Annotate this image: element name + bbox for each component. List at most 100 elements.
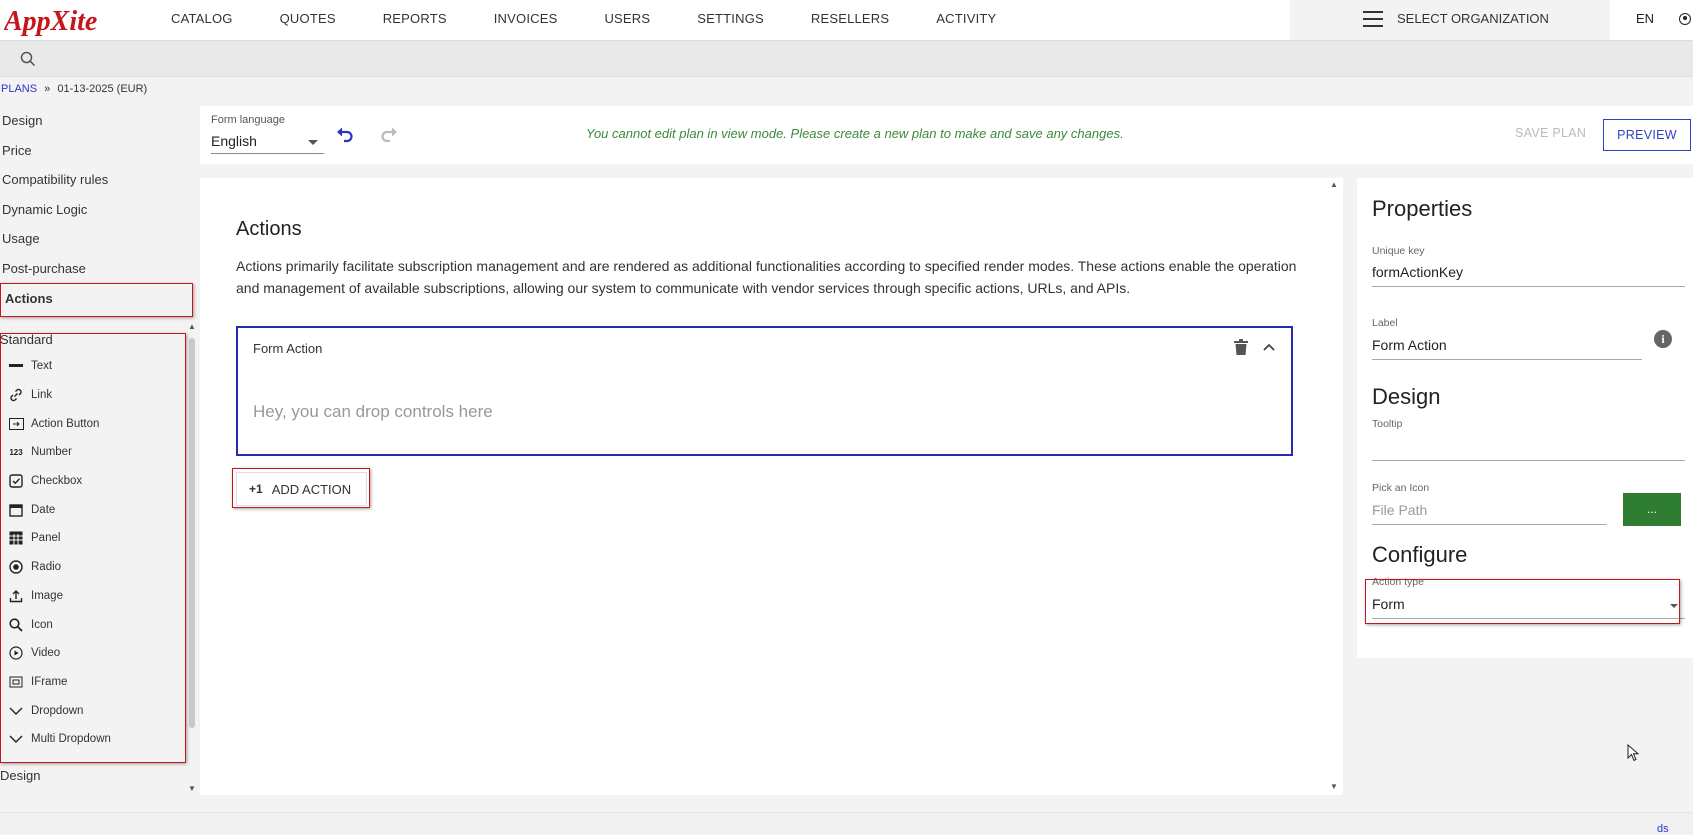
canvas-scroll-up[interactable]: ▲ [1330, 180, 1338, 189]
breadcrumb-current: 01-13-2025 (EUR) [57, 83, 148, 95]
magnifier-icon [8, 617, 24, 632]
trash-icon[interactable] [1234, 339, 1248, 355]
control-dropdown[interactable]: Dropdown [8, 696, 111, 725]
control-icon[interactable]: Icon [8, 610, 111, 639]
control-label: Checkbox [31, 475, 83, 488]
organization-label[interactable]: SELECT ORGANIZATION [1397, 0, 1549, 38]
control-label: Multi Dropdown [31, 733, 111, 746]
chevron-up-icon[interactable] [1262, 341, 1276, 353]
action-type-select[interactable]: Form [1372, 596, 1685, 619]
form-action-title: Form Action [253, 341, 323, 356]
section-dynamic-logic[interactable]: Dynamic Logic [0, 195, 195, 225]
control-label: Link [31, 389, 53, 402]
footer-link[interactable]: ds [1657, 823, 1669, 835]
browse-icon-button[interactable]: ... [1623, 493, 1681, 526]
search-icon[interactable] [20, 51, 36, 67]
breadcrumb-plans-link[interactable]: PLANS [1, 83, 37, 95]
form-canvas: Actions Actions primarily facilitate sub… [200, 178, 1343, 795]
hamburger-menu-icon[interactable] [1363, 11, 1383, 27]
nav-activity[interactable]: ACTIVITY [936, 0, 996, 38]
mouse-cursor-icon [1627, 744, 1639, 762]
palette-scroll-up[interactable]: ▲ [188, 322, 196, 331]
appxite-logo[interactable]: AppXite [4, 2, 130, 38]
action-button-icon [8, 417, 24, 431]
controls-palette: Standard Text Link Action Button 123 Num… [0, 328, 188, 798]
actions-description: Actions primarily facilitate subscriptio… [236, 258, 1297, 296]
view-mode-message: You cannot edit plan in view mode. Pleas… [586, 126, 1124, 141]
palette-list: Text Link Action Button 123 Number Check… [8, 352, 111, 754]
pick-icon-label: Pick an Icon [1372, 482, 1430, 494]
breadcrumb: PLANS » 01-13-2025 (EUR) [1, 83, 147, 95]
link-icon [8, 388, 24, 402]
save-plan-button[interactable]: SAVE PLAN [1515, 126, 1586, 140]
language-switcher[interactable]: EN [1636, 0, 1654, 38]
tooltip-field[interactable] [1372, 438, 1685, 461]
nav-settings[interactable]: SETTINGS [697, 0, 764, 38]
control-multi-dropdown[interactable]: Multi Dropdown [8, 725, 111, 754]
control-iframe[interactable]: IFrame [8, 668, 111, 697]
page-title: Actions [236, 218, 302, 240]
configure-title: Configure [1372, 542, 1468, 567]
section-price[interactable]: Price [0, 136, 195, 166]
tooltip-label: Tooltip [1372, 418, 1403, 430]
svg-text:AppXite: AppXite [4, 6, 97, 37]
label-field[interactable]: Form Action [1372, 337, 1642, 360]
nav-catalog[interactable]: CATALOG [171, 0, 233, 38]
section-post-purchase[interactable]: Post-purchase [0, 254, 195, 284]
search-bar [0, 41, 1693, 77]
control-label: Image [31, 589, 63, 602]
section-compatibility-rules[interactable]: Compatibility rules [0, 165, 195, 195]
form-action-container[interactable]: Form Action Hey, you can drop controls h… [236, 326, 1293, 456]
file-path-field[interactable]: File Path [1372, 502, 1607, 525]
control-image[interactable]: Image [8, 582, 111, 611]
checkbox-icon [8, 474, 24, 488]
nav-reports[interactable]: REPORTS [383, 0, 447, 38]
form-language-select[interactable]: English [211, 130, 324, 154]
radio-icon [8, 560, 24, 574]
palette-heading: Standard [0, 332, 53, 347]
nav-quotes[interactable]: QUOTES [280, 0, 336, 38]
control-number[interactable]: 123 Number [8, 438, 111, 467]
play-icon [8, 646, 24, 660]
number-icon: 123 [9, 447, 23, 457]
calendar-icon [8, 503, 24, 517]
control-link[interactable]: Link [8, 381, 111, 410]
section-actions[interactable]: Actions [0, 284, 195, 314]
nav-resellers[interactable]: RESELLERS [811, 0, 889, 38]
label-field-label: Label [1372, 317, 1398, 329]
nav-invoices[interactable]: INVOICES [494, 0, 558, 38]
organization-selector[interactable]: SELECT ORGANIZATION [1290, 0, 1610, 40]
redo-icon[interactable] [379, 124, 399, 144]
plan-sections-nav: Design Price Compatibility rules Dynamic… [0, 106, 195, 313]
drop-zone-hint[interactable]: Hey, you can drop controls here [253, 402, 493, 422]
account-icon[interactable] [1679, 13, 1691, 25]
control-panel[interactable]: Panel [8, 524, 111, 553]
undo-icon[interactable] [335, 124, 355, 144]
control-video[interactable]: Video [8, 639, 111, 668]
control-label: Icon [31, 618, 53, 631]
caret-down-icon [308, 140, 318, 145]
preview-button[interactable]: PREVIEW [1603, 119, 1691, 151]
palette-scroll-down[interactable]: ▼ [188, 784, 196, 793]
control-label: Dropdown [31, 704, 84, 717]
nav-users[interactable]: USERS [604, 0, 650, 38]
canvas-scroll-down[interactable]: ▼ [1330, 782, 1338, 791]
text-icon [8, 359, 24, 373]
palette-scrollbar[interactable] [189, 338, 195, 728]
properties-panel: Properties Unique key formActionKey Labe… [1357, 178, 1693, 658]
info-icon[interactable]: i [1654, 330, 1672, 348]
caret-down-icon[interactable] [1670, 604, 1678, 608]
unique-key-field[interactable]: formActionKey [1372, 264, 1685, 287]
section-design[interactable]: Design [0, 106, 195, 136]
form-language-label: Form language [211, 114, 285, 126]
control-checkbox[interactable]: Checkbox [8, 467, 111, 496]
add-action-button[interactable]: +1 ADD ACTION [236, 472, 367, 506]
control-text[interactable]: Text [8, 352, 111, 381]
control-action-button[interactable]: Action Button [8, 409, 111, 438]
section-usage[interactable]: Usage [0, 224, 195, 254]
form-language-value: English [211, 133, 257, 149]
chevron-down-icon [8, 732, 24, 746]
control-radio[interactable]: Radio [8, 553, 111, 582]
control-date[interactable]: Date [8, 495, 111, 524]
main-nav: CATALOG QUOTES REPORTS INVOICES USERS SE… [171, 0, 1043, 38]
